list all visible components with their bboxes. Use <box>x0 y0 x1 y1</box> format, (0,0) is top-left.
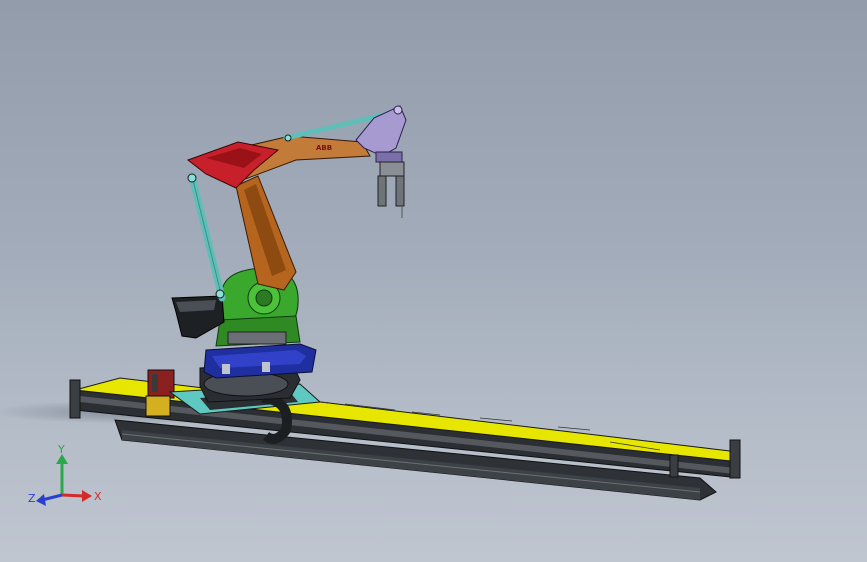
parallel-link[interactable] <box>187 172 226 302</box>
cad-viewport[interactable]: ABB Y X Z <box>0 0 867 562</box>
x-axis-arrow <box>61 493 85 498</box>
counterweight <box>171 295 225 339</box>
x-axis-label: X <box>94 490 102 503</box>
track-end-stop-left <box>69 379 81 419</box>
axis-triad[interactable]: Y X Z <box>22 440 112 520</box>
z-axis-label: Z <box>28 492 36 505</box>
track-drive-unit[interactable] <box>145 369 175 417</box>
track-end-stop-right <box>729 439 741 479</box>
z-axis-arrow <box>41 493 63 502</box>
gripper[interactable] <box>377 161 405 218</box>
abb-logo: ABB <box>316 144 332 152</box>
y-axis-label: Y <box>57 443 65 456</box>
robot-track-model[interactable]: ABB <box>0 0 867 562</box>
